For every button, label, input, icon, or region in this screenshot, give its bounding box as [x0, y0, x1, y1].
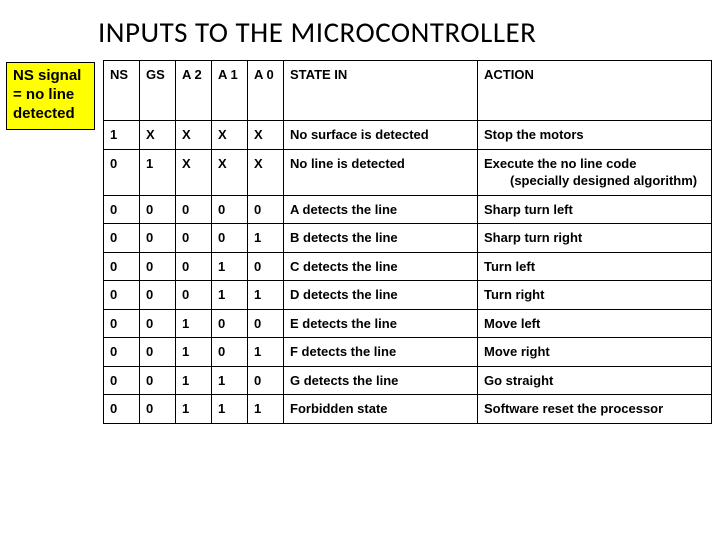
table-cell: 0 — [248, 252, 284, 281]
content-layout: NS signal = no line detected NS GS A 2 A… — [0, 60, 720, 424]
table-cell: 1 — [176, 338, 212, 367]
table-cell: Execute the no line code(specially desig… — [478, 149, 712, 195]
table-row: 00010C detects the lineTurn left — [104, 252, 712, 281]
table-cell: 1 — [248, 224, 284, 253]
table-cell: 0 — [212, 338, 248, 367]
table-cell: 1 — [104, 121, 140, 150]
table-cell: 0 — [140, 224, 176, 253]
table-cell: 0 — [104, 195, 140, 224]
table-cell: 1 — [212, 252, 248, 281]
table-row: 00100E detects the lineMove left — [104, 309, 712, 338]
table-cell: 1 — [248, 281, 284, 310]
table-header-row: NS GS A 2 A 1 A 0 STATE IN ACTION — [104, 61, 712, 121]
table-cell: 0 — [104, 309, 140, 338]
table-cell: Sharp turn left — [478, 195, 712, 224]
table-cell: 1 — [176, 366, 212, 395]
table-cell: Turn left — [478, 252, 712, 281]
table-cell: 1 — [176, 309, 212, 338]
table-row: 00001B detects the lineSharp turn right — [104, 224, 712, 253]
col-header-a0: A 0 — [248, 61, 284, 121]
table-cell: 0 — [104, 338, 140, 367]
table-row: 00000A detects the lineSharp turn left — [104, 195, 712, 224]
table-cell: X — [248, 121, 284, 150]
table-row: 00011D detects the lineTurn right — [104, 281, 712, 310]
col-header-a2: A 2 — [176, 61, 212, 121]
table-cell: 1 — [176, 395, 212, 424]
col-header-action: ACTION — [478, 61, 712, 121]
col-header-a1: A 1 — [212, 61, 248, 121]
table-cell: E detects the line — [284, 309, 478, 338]
table-cell: Turn right — [478, 281, 712, 310]
table-cell: 1 — [212, 395, 248, 424]
table-cell: Software reset the processor — [478, 395, 712, 424]
table-cell: 0 — [104, 366, 140, 395]
table-cell: Stop the motors — [478, 121, 712, 150]
table-row: 1XXXXNo surface is detectedStop the moto… — [104, 121, 712, 150]
table-cell: X — [212, 121, 248, 150]
table-cell: X — [176, 121, 212, 150]
col-header-gs: GS — [140, 61, 176, 121]
table-cell: 0 — [212, 195, 248, 224]
table-row: 00101F detects the lineMove right — [104, 338, 712, 367]
table-cell: F detects the line — [284, 338, 478, 367]
table-cell: 1 — [248, 395, 284, 424]
col-header-state: STATE IN — [284, 61, 478, 121]
table-cell: No surface is detected — [284, 121, 478, 150]
table-cell: 0 — [104, 281, 140, 310]
table-cell: C detects the line — [284, 252, 478, 281]
table-row: 00110G detects the lineGo straight — [104, 366, 712, 395]
table-cell: G detects the line — [284, 366, 478, 395]
table-row: 01XXXNo line is detectedExecute the no l… — [104, 149, 712, 195]
table-cell: X — [140, 121, 176, 150]
table-cell: B detects the line — [284, 224, 478, 253]
table-cell: 0 — [212, 309, 248, 338]
table-cell: Sharp turn right — [478, 224, 712, 253]
table-cell: 0 — [104, 395, 140, 424]
table-cell: 1 — [212, 366, 248, 395]
table-cell: 0 — [140, 309, 176, 338]
table-cell: Move left — [478, 309, 712, 338]
table-cell: 0 — [104, 224, 140, 253]
action-detail: (specially designed algorithm) — [484, 172, 705, 190]
table-cell: 0 — [140, 281, 176, 310]
table-cell: X — [248, 149, 284, 195]
table-cell: 1 — [140, 149, 176, 195]
ns-signal-note: NS signal = no line detected — [6, 62, 95, 130]
table-cell: 0 — [140, 366, 176, 395]
col-header-ns: NS — [104, 61, 140, 121]
table-cell: Go straight — [478, 366, 712, 395]
table-cell: 0 — [248, 195, 284, 224]
table-cell: 0 — [176, 281, 212, 310]
table-cell: 0 — [104, 149, 140, 195]
page-title: INPUTS TO THE MICROCONTROLLER — [0, 0, 720, 60]
table-cell: 0 — [248, 366, 284, 395]
table-cell: 1 — [248, 338, 284, 367]
table-cell: No line is detected — [284, 149, 478, 195]
table-cell: 0 — [176, 195, 212, 224]
table-cell: 0 — [140, 338, 176, 367]
table-cell: X — [212, 149, 248, 195]
table-cell: X — [176, 149, 212, 195]
table-cell: 0 — [104, 252, 140, 281]
table-cell: 0 — [176, 252, 212, 281]
table-cell: 1 — [212, 281, 248, 310]
table-row: 00111Forbidden stateSoftware reset the p… — [104, 395, 712, 424]
table-cell: Move right — [478, 338, 712, 367]
table-cell: 0 — [248, 309, 284, 338]
table-cell: 0 — [140, 195, 176, 224]
table-cell: Forbidden state — [284, 395, 478, 424]
table-cell: D detects the line — [284, 281, 478, 310]
table-cell: 0 — [140, 395, 176, 424]
table-cell: 0 — [176, 224, 212, 253]
inputs-table: NS GS A 2 A 1 A 0 STATE IN ACTION 1XXXXN… — [103, 60, 712, 424]
table-cell: A detects the line — [284, 195, 478, 224]
table-cell: 0 — [212, 224, 248, 253]
table-cell: 0 — [140, 252, 176, 281]
